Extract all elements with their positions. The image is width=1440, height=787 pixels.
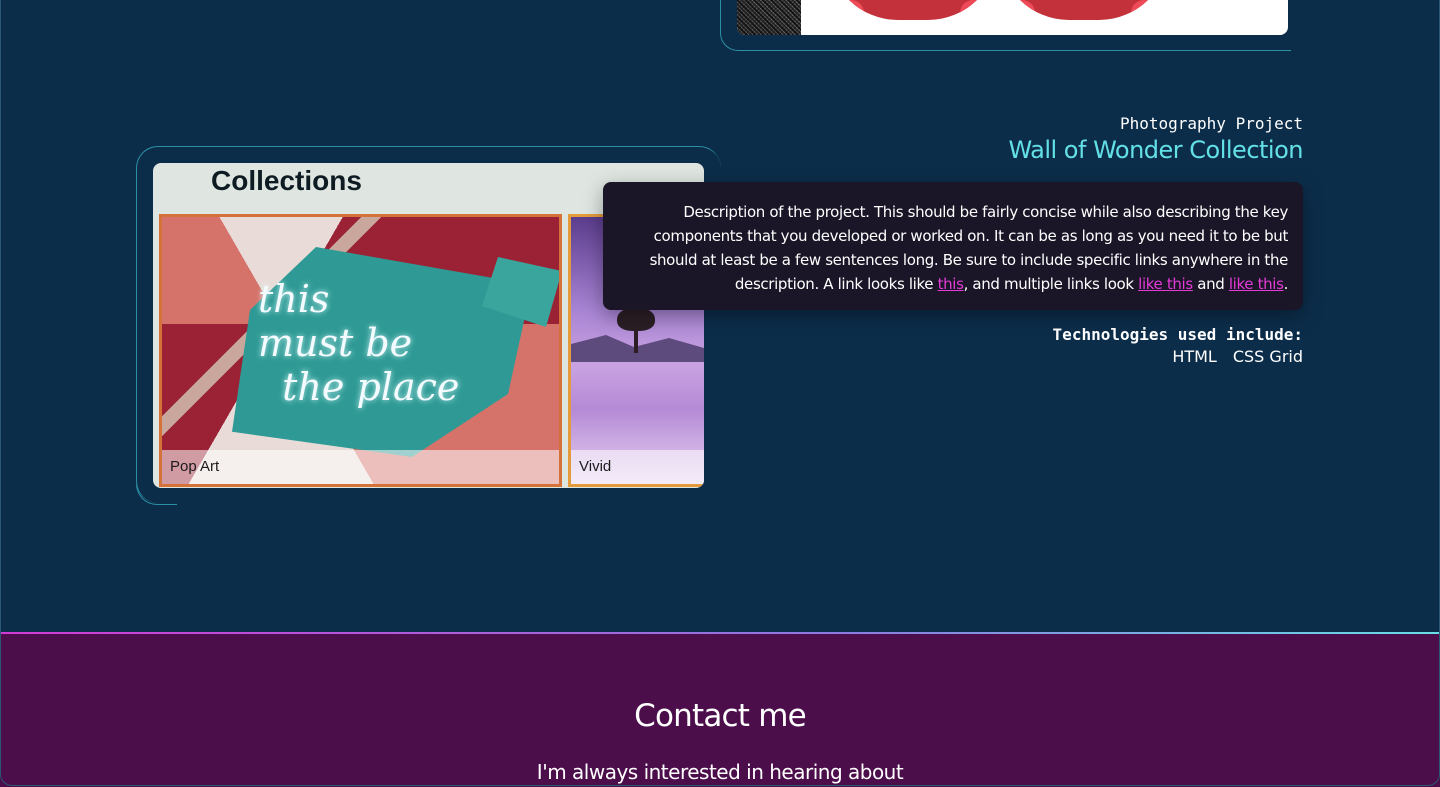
tile-caption: Pop Art: [162, 450, 559, 484]
technology-item: CSS Grid: [1232, 347, 1303, 366]
collection-tile-pop-art: this must be the place Pop Art: [159, 214, 562, 487]
vinyl-disc-image: [828, 0, 998, 20]
previous-project-screenshot[interactable]: [737, 0, 1288, 35]
vinyl-disc-image: [999, 0, 1169, 20]
technologies-label: Technologies used include:: [1052, 325, 1303, 344]
description-link[interactable]: like this: [1229, 275, 1284, 293]
project-description: Description of the project. This should …: [623, 200, 1289, 296]
description-link[interactable]: this: [938, 275, 964, 293]
description-link[interactable]: like this: [1138, 275, 1193, 293]
project-eyebrow: Photography Project: [1119, 114, 1303, 133]
description-text: .: [1283, 275, 1289, 293]
screenshot-heading: Collections: [211, 165, 362, 196]
technologies-list: HTML CSS Grid: [1172, 347, 1303, 366]
contact-section: Contact me I'm always interested in hear…: [0, 632, 1440, 787]
project-description-box: Description of the project. This should …: [603, 182, 1303, 310]
neon-sign-text: this must be the place: [258, 277, 460, 409]
section-divider: [0, 632, 1440, 634]
description-text: and: [1192, 275, 1229, 293]
technology-item: HTML: [1172, 347, 1217, 366]
contact-subtitle: I'm always interested in hearing about: [536, 760, 904, 784]
noise-thumbnail: [737, 0, 801, 35]
description-text: , and multiple links look: [963, 275, 1139, 293]
project-title: Wall of Wonder Collection: [1008, 136, 1303, 164]
tile-caption: Vivid: [571, 450, 704, 484]
contact-title: Contact me: [634, 698, 807, 734]
